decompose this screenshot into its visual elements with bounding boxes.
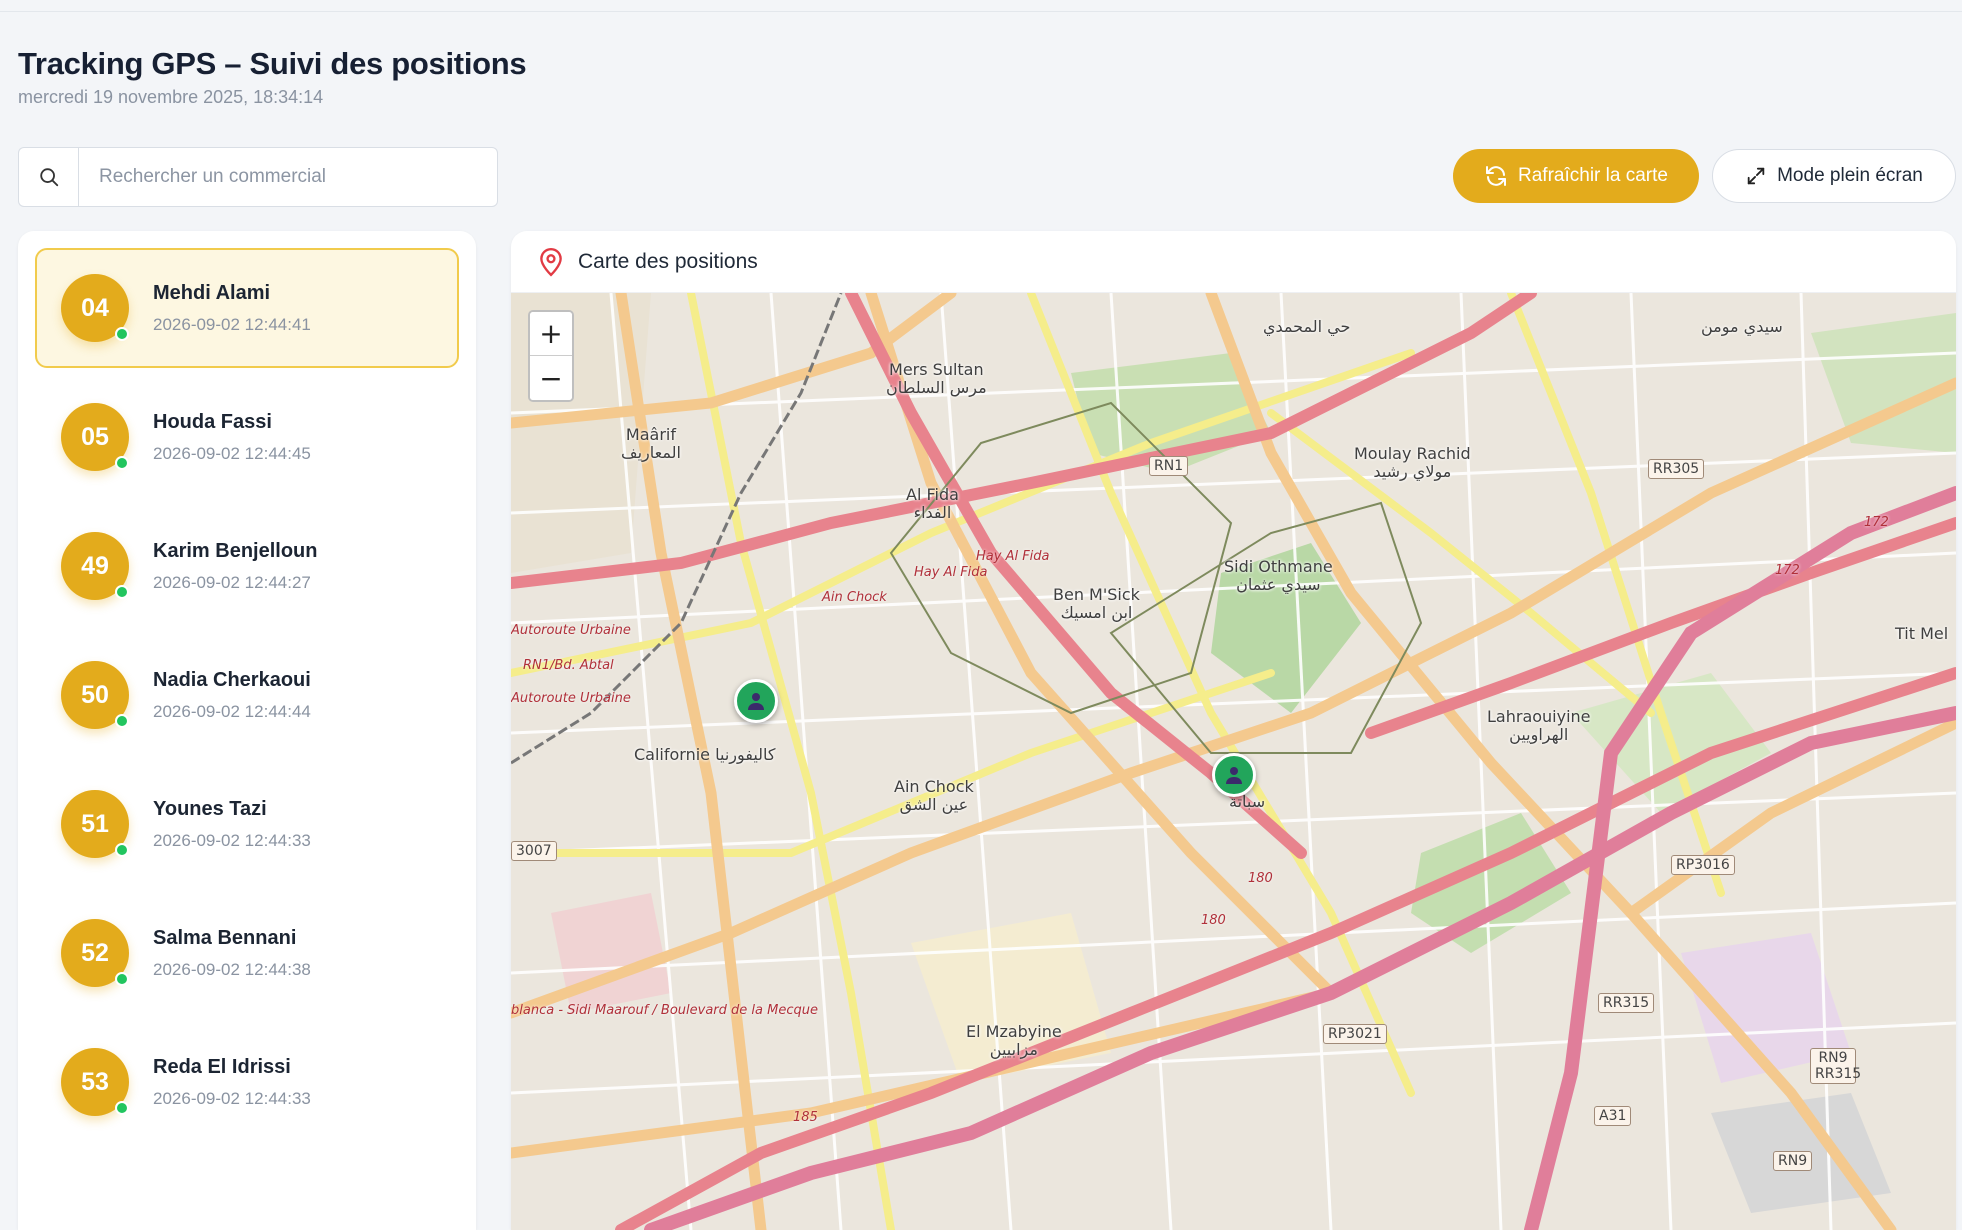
zoom-in-button[interactable]: + [530, 312, 572, 356]
place-label: Ben M'Sick ابن امسيك [1053, 585, 1140, 623]
commercial-last-seen: 2026-09-02 12:44:27 [153, 572, 311, 592]
commercials-list: 04 Mehdi Alami 2026-09-02 12:44:41 05 Hou… [18, 231, 476, 1230]
map-title: Carte des positions [578, 249, 758, 273]
person-icon [1226, 767, 1242, 784]
top-border [0, 0, 1962, 12]
road-label: 172 [1775, 563, 1800, 578]
commercial-card[interactable]: 05 Houda Fassi 2026-09-02 12:44:45 [35, 377, 459, 497]
place-label: Ain Chock عين الشق [894, 777, 974, 815]
online-status-dot [115, 843, 129, 857]
search-icon [39, 168, 58, 187]
commercial-last-seen: 2026-09-02 12:44:41 [153, 314, 311, 334]
road-label: 185 [793, 1110, 818, 1125]
commercial-badge: 05 [61, 403, 129, 471]
map-panel: Carte des positions + − Mers Sultan مرس … [511, 231, 1956, 1230]
search-button[interactable] [18, 147, 78, 207]
road-shield: RN9 [1773, 1151, 1813, 1171]
map-canvas[interactable]: + − Mers Sultan مرس السلطان Maârif المعاري… [511, 293, 1956, 1230]
page-title: Tracking GPS – Suivi des positions [18, 46, 527, 81]
road-label: blanca - Sidi Maarouf / Boulevard de la … [511, 1003, 818, 1018]
refresh-map-label: Rafraîchir la carte [1518, 165, 1668, 186]
zoom-out-button[interactable]: − [530, 356, 572, 400]
commercial-badge: 04 [61, 274, 129, 342]
road-shield: RP3016 [1671, 855, 1735, 875]
road-label: Autoroute Urbaine [511, 691, 631, 706]
road-label: 180 [1201, 913, 1226, 928]
road-shield: A31 [1594, 1106, 1632, 1126]
commercial-name: Karim Benjelloun [153, 539, 318, 562]
place-label: حي المحمدي [1263, 317, 1351, 336]
online-status-dot [115, 327, 129, 341]
map-pin-icon [540, 247, 562, 276]
place-label: Maârif المعاريف [621, 425, 681, 463]
commercial-badge: 49 [61, 532, 129, 600]
commercial-card[interactable]: 49 Karim Benjelloun 2026-09-02 12:44:27 [35, 506, 459, 626]
road-label: 172 [1864, 515, 1889, 530]
person-marker-icon[interactable] [1212, 753, 1256, 797]
road-label: Hay Al Fida [976, 549, 1050, 564]
online-status-dot [115, 714, 129, 728]
place-label: Moulay Rachid مولاي رشيد [1354, 444, 1471, 482]
place-label: Californie كاليفورنيا [634, 745, 776, 764]
refresh-icon [1486, 166, 1507, 186]
online-status-dot [115, 1101, 129, 1115]
road-label: Ain Chock [822, 590, 887, 605]
commercial-card[interactable]: 53 Reda El Idrissi 2026-09-02 12:44:33 [35, 1022, 459, 1142]
commercial-badge: 53 [61, 1048, 129, 1116]
refresh-map-button[interactable]: Rafraîchir la carte [1453, 149, 1699, 203]
commercial-name: Reda El Idrissi [153, 1055, 291, 1078]
place-label: El Mzabyine مزابيين [966, 1022, 1062, 1060]
road-label: RN1/Bd. Abtal [523, 658, 614, 673]
online-status-dot [115, 972, 129, 986]
road-shield: RN9 RR315 [1810, 1048, 1861, 1084]
road-label: Hay Al Fida [914, 565, 988, 580]
commercial-name: Nadia Cherkaoui [153, 668, 311, 691]
online-status-dot [115, 585, 129, 599]
page-datetime: mercredi 19 novembre 2025, 18:34:14 [18, 87, 324, 107]
commercial-last-seen: 2026-09-02 12:44:44 [153, 701, 311, 721]
commercial-last-seen: 2026-09-02 12:44:45 [153, 443, 311, 463]
commercial-name: Houda Fassi [153, 410, 272, 433]
person-marker-icon[interactable] [734, 679, 778, 723]
map-header: Carte des positions [511, 231, 1956, 293]
fullscreen-button[interactable]: Mode plein écran [1712, 149, 1956, 203]
commercial-last-seen: 2026-09-02 12:44:38 [153, 959, 311, 979]
road-shield: RR315 [1598, 993, 1655, 1013]
person-icon [748, 693, 764, 710]
commercial-card[interactable]: 51 Younes Tazi 2026-09-02 12:44:33 [35, 764, 459, 884]
road-shield: RP3021 [1323, 1024, 1387, 1044]
commercial-card[interactable]: 04 Mehdi Alami 2026-09-02 12:44:41 [35, 248, 459, 368]
place-label: Sidi Othmane سيدي عثمان [1224, 557, 1333, 595]
place-label: Lahraouiyine الهراويين [1487, 707, 1591, 745]
commercial-last-seen: 2026-09-02 12:44:33 [153, 1088, 311, 1108]
commercial-card[interactable]: 52 Salma Bennani 2026-09-02 12:44:38 [35, 893, 459, 1013]
commercial-last-seen: 2026-09-02 12:44:33 [153, 830, 311, 850]
road-shield: RR305 [1648, 459, 1705, 479]
place-label: سيدي مومن [1701, 317, 1783, 336]
road-label: Autoroute Urbaine [511, 623, 631, 638]
expand-icon [1747, 167, 1765, 185]
online-status-dot [115, 456, 129, 470]
place-label: Tit Mel [1895, 624, 1949, 643]
commercial-card[interactable]: 50 Nadia Cherkaoui 2026-09-02 12:44:44 [35, 635, 459, 755]
commercial-badge: 51 [61, 790, 129, 858]
commercial-name: Salma Bennani [153, 926, 297, 949]
place-label: Mers Sultan مرس السلطان [886, 360, 987, 398]
road-shield: 3007 [511, 841, 557, 861]
commercial-name: Younes Tazi [153, 797, 267, 820]
zoom-control: + − [528, 310, 574, 402]
commercial-name: Mehdi Alami [153, 281, 271, 304]
search-input[interactable] [78, 147, 498, 207]
road-shield: RN1 [1149, 456, 1189, 476]
road-label: 180 [1248, 871, 1273, 886]
place-label: Al Fida الفداء [906, 485, 959, 523]
commercial-badge: 50 [61, 661, 129, 729]
fullscreen-label: Mode plein écran [1777, 165, 1923, 186]
commercial-badge: 52 [61, 919, 129, 987]
